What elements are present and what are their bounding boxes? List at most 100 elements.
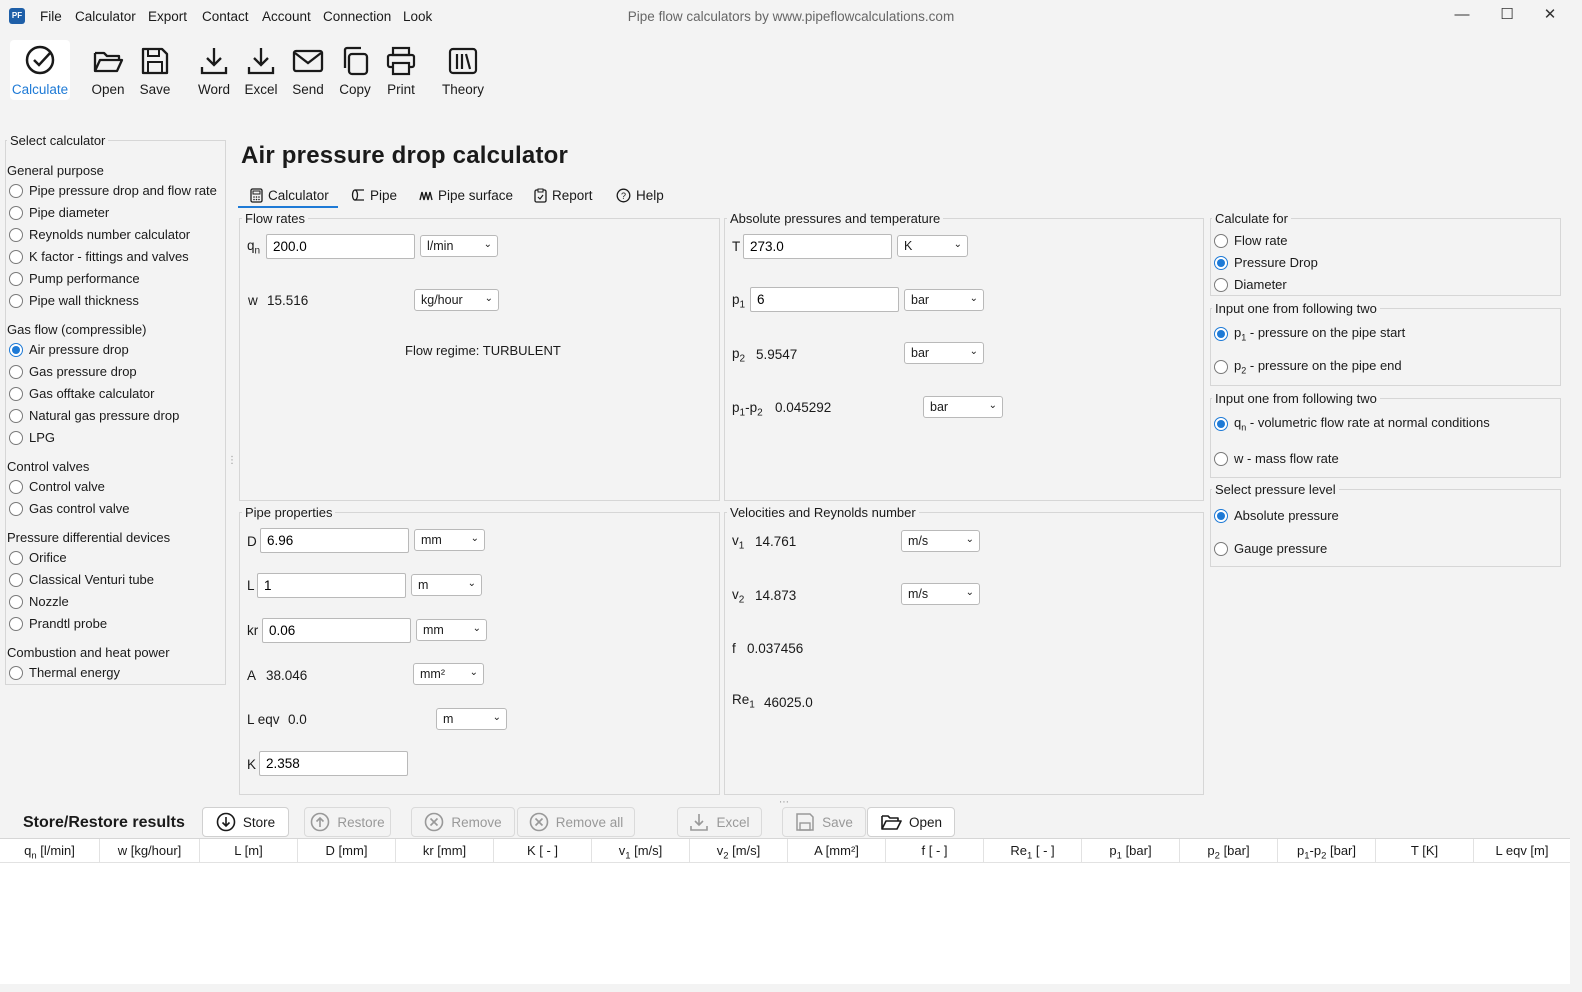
sidebar-item-prandtl[interactable]: Prandtl probe [9, 616, 107, 631]
sidebar-item-thermal-energy[interactable]: Thermal energy [9, 665, 120, 680]
sidebar-item-gas-pressure-drop[interactable]: Gas pressure drop [9, 364, 137, 379]
col-header-L[interactable]: L [m] [200, 839, 298, 863]
send-button[interactable]: Send [289, 40, 327, 100]
qn-unit-select[interactable]: l/min ⌄ [420, 235, 498, 257]
sidebar-item-label: Gas offtake calculator [29, 386, 155, 401]
qn-input[interactable] [266, 234, 415, 259]
L-unit-value: m [418, 578, 429, 592]
sidebar-item-label: Gas pressure drop [29, 364, 137, 379]
sidebar-item-k-factor[interactable]: K factor - fittings and valves [9, 249, 189, 264]
D-unit-select[interactable]: mm ⌄ [414, 529, 485, 551]
kr-input[interactable] [262, 618, 411, 643]
calc-for-pressure-drop[interactable]: Pressure Drop [1214, 255, 1318, 270]
sidebar-item-wall-thickness[interactable]: Pipe wall thickness [9, 293, 139, 308]
tab-calculator[interactable]: Calculator [250, 183, 336, 207]
absolute-pressure-option[interactable]: Absolute pressure [1214, 508, 1339, 523]
Leqv-unit-select[interactable]: m ⌄ [436, 708, 507, 730]
maximize-icon[interactable]: ☐ [1497, 5, 1517, 25]
sidebar-title: Select calculator [7, 133, 109, 148]
sidebar-item-pipe-diameter[interactable]: Pipe diameter [9, 205, 109, 220]
sidebar-item-natural-gas[interactable]: Natural gas pressure drop [9, 408, 179, 423]
minimize-icon[interactable]: — [1452, 5, 1472, 25]
table-open-button[interactable]: Open [867, 807, 955, 837]
col-header-D[interactable]: D [mm] [298, 839, 396, 863]
D-input[interactable] [260, 528, 409, 553]
L-unit-select[interactable]: m ⌄ [411, 574, 482, 596]
remove-button[interactable]: Remove [411, 807, 515, 837]
col-header-f[interactable]: f [ - ] [886, 839, 984, 863]
sidebar-item-venturi[interactable]: Classical Venturi tube [9, 572, 154, 587]
dp-unit-select[interactable]: bar ⌄ [923, 396, 1003, 418]
input-p1-option[interactable]: p1 - pressure on the pipe start [1214, 325, 1405, 343]
table-save-button[interactable]: Save [782, 807, 866, 837]
input-w-option[interactable]: w - mass flow rate [1214, 451, 1339, 466]
sidebar-item-pump[interactable]: Pump performance [9, 271, 140, 286]
print-button[interactable]: Print [382, 40, 420, 100]
p1-unit-select[interactable]: bar ⌄ [904, 289, 984, 311]
sidebar-item-control-valve[interactable]: Control valve [9, 479, 105, 494]
sidebar-item-air-pressure-drop[interactable]: Air pressure drop [9, 342, 129, 357]
theory-button[interactable]: Theory [440, 40, 486, 100]
excel-button[interactable]: Excel [242, 40, 280, 100]
col-header-p2[interactable]: p2 [bar] [1180, 839, 1278, 863]
clipboard-icon [534, 188, 547, 203]
p1-input[interactable] [750, 287, 899, 312]
calculate-button[interactable]: Calculate [10, 40, 70, 100]
input-qn-option[interactable]: qn - volumetric flow rate at normal cond… [1214, 415, 1490, 433]
sidebar-item-orifice[interactable]: Orifice [9, 550, 67, 565]
A-unit-select[interactable]: mm² ⌄ [413, 663, 484, 685]
col-header-kr[interactable]: kr [mm] [396, 839, 494, 863]
sidebar-item-lpg[interactable]: LPG [9, 430, 55, 445]
T-input[interactable] [743, 234, 892, 259]
radio-icon [9, 550, 23, 565]
col-header-v2[interactable]: v2 [m/s] [690, 839, 788, 863]
store-button[interactable]: Store [202, 807, 289, 837]
sidebar-item-gas-offtake[interactable]: Gas offtake calculator [9, 386, 155, 401]
w-label: w [248, 293, 258, 308]
copy-button[interactable]: Copy [336, 40, 374, 100]
splitter-grip[interactable]: ⋮ [227, 456, 237, 474]
col-header-dp[interactable]: p1-p2 [bar] [1278, 839, 1376, 863]
close-icon[interactable]: ✕ [1540, 5, 1560, 25]
v2-unit-select[interactable]: m/s ⌄ [901, 583, 980, 605]
K-input[interactable] [259, 751, 408, 776]
sidebar-item-pipe-pressure-drop[interactable]: Pipe pressure drop and flow rate [9, 183, 217, 198]
sidebar-item-gas-control-valve[interactable]: Gas control valve [9, 501, 129, 516]
chevron-down-icon: ⌄ [492, 712, 501, 723]
col-header-p1[interactable]: p1 [bar] [1082, 839, 1180, 863]
sidebar-item-nozzle[interactable]: Nozzle [9, 594, 69, 609]
L-input[interactable] [257, 573, 406, 598]
calc-for-diameter[interactable]: Diameter [1214, 277, 1287, 292]
input-p2-option[interactable]: p2 - pressure on the pipe end [1214, 358, 1402, 376]
sidebar-item-label: Natural gas pressure drop [29, 408, 180, 423]
w-unit-select[interactable]: kg/hour ⌄ [414, 289, 499, 311]
col-header-Re[interactable]: Re1 [ - ] [984, 839, 1082, 863]
tab-pipe-surface[interactable]: Pipe surface [419, 183, 513, 207]
p1-unit-value: bar [911, 293, 930, 307]
T-unit-select[interactable]: K ⌄ [897, 235, 968, 257]
col-header-qn[interactable]: qn [l/min] [0, 839, 100, 863]
col-header-T[interactable]: T [K] [1376, 839, 1474, 863]
col-header-A[interactable]: A [mm²] [788, 839, 886, 863]
table-excel-button[interactable]: Excel [677, 807, 762, 837]
tab-help[interactable]: ? Help [616, 183, 664, 207]
save-button[interactable]: Save [136, 40, 174, 100]
tab-report[interactable]: Report [534, 183, 593, 207]
tab-pipe[interactable]: Pipe [351, 183, 397, 207]
col-header-Leqv[interactable]: L eqv [m] [1474, 839, 1570, 863]
open-button[interactable]: Open [88, 40, 128, 100]
p2-unit-select[interactable]: bar ⌄ [904, 342, 984, 364]
v1-unit-select[interactable]: m/s ⌄ [901, 530, 980, 552]
col-header-K[interactable]: K [ - ] [494, 839, 592, 863]
gauge-pressure-option[interactable]: Gauge pressure [1214, 541, 1327, 556]
remove-all-button[interactable]: Remove all [517, 807, 635, 837]
restore-button[interactable]: Restore [304, 807, 391, 837]
sidebar-item-reynolds[interactable]: Reynolds number calculator [9, 227, 190, 242]
calc-for-flow-rate[interactable]: Flow rate [1214, 233, 1287, 248]
word-button[interactable]: Word [193, 40, 235, 100]
results-table[interactable]: qn [l/min] w [kg/hour] L [m] D [mm] kr [… [0, 838, 1570, 984]
copy-label: Copy [339, 82, 371, 97]
col-header-w[interactable]: w [kg/hour] [100, 839, 200, 863]
col-header-v1[interactable]: v1 [m/s] [592, 839, 690, 863]
kr-unit-select[interactable]: mm ⌄ [416, 619, 487, 641]
